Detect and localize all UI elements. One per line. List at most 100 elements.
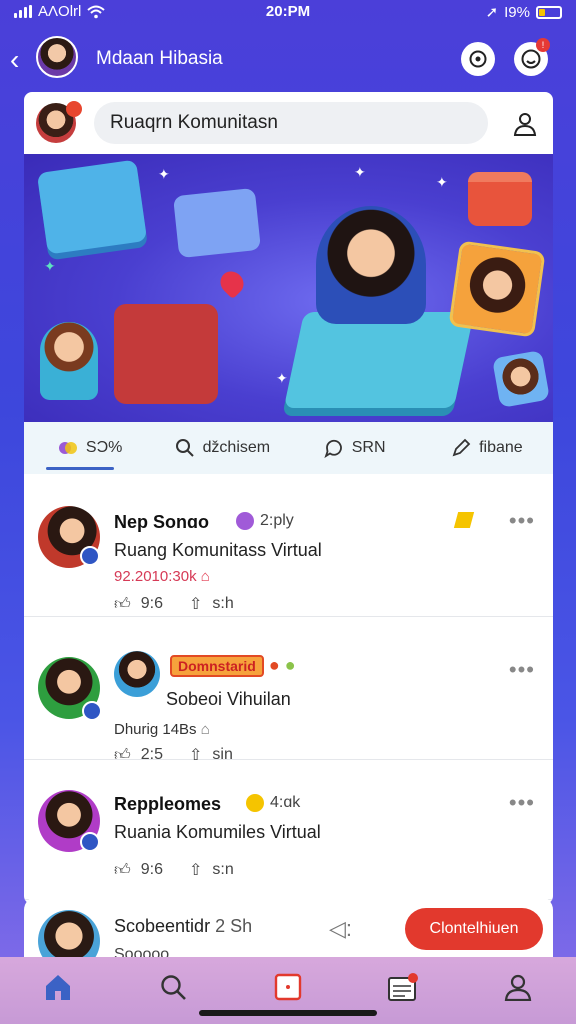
main-card: Ruaqrn Komunitasn ✦ ✦ ✦ ✦ ✦ SƆ% ǆchisem …: [24, 92, 553, 904]
page-title: Mdaan Hibasia: [96, 48, 223, 69]
tab-chat[interactable]: SƆ%: [24, 422, 156, 474]
continue-button[interactable]: Clontelhiuen: [405, 908, 543, 950]
nav-inbox[interactable]: [383, 969, 423, 1005]
compose-card: Scobeentidr 2 Sh Sooooo ◁: Clontelhiuen: [24, 896, 553, 972]
more-options-icon[interactable]: •••: [509, 508, 535, 534]
notification-badge: !: [536, 38, 550, 52]
pen-icon: [452, 438, 471, 457]
post-sub-text: 92.2010:30k: [114, 568, 197, 585]
secondary-avatar[interactable]: [114, 651, 160, 697]
sparkle-icon: ✦: [44, 258, 56, 274]
camera-icon: [469, 50, 487, 68]
list-item[interactable]: Nep Sonɑo 2:ply ••• Ruang Komunitass Vir…: [24, 474, 553, 617]
kid-illustration: [40, 322, 98, 400]
compose-title: Scobeentidr 2 Sh: [114, 916, 252, 937]
tab-label: SƆ%: [85, 439, 123, 456]
thumb-icon: 👍︎: [114, 595, 131, 613]
location-icon: ➚: [485, 4, 499, 21]
home-icon: ⌂: [200, 721, 210, 738]
like-count: 9:6: [140, 861, 163, 878]
status-bar: AΛOlrl 20:PM ➚ I9%: [0, 0, 576, 24]
emoji-icon: [246, 794, 264, 812]
status-right: ➚ I9%: [486, 3, 562, 21]
tab-bar: SƆ% ǆchisem SRN fibane: [24, 422, 553, 474]
post-author[interactable]: Nep Sonɑo: [114, 512, 209, 533]
camera-button[interactable]: [461, 42, 495, 76]
home-icon: ⌂: [200, 568, 210, 585]
desk-tile-illustration: [36, 159, 148, 255]
nav-create[interactable]: [268, 969, 308, 1005]
tab-comments[interactable]: SRN: [289, 422, 421, 474]
laptop-illustration: [283, 312, 475, 408]
verified-icon: [80, 546, 100, 566]
more-options-icon[interactable]: •••: [509, 790, 535, 816]
share-count: s:h: [212, 595, 234, 612]
tab-search[interactable]: ǆchisem: [156, 422, 288, 474]
post-author[interactable]: Reppleomes: [114, 794, 221, 815]
home-indicator: [199, 1010, 377, 1016]
post-sub-text: Dhurig 14Bs: [114, 721, 197, 738]
profile-icon: [505, 974, 532, 1001]
post-time: 2:ply: [260, 512, 294, 529]
battery-icon: [536, 5, 562, 19]
small-portrait-illustration: [492, 350, 550, 408]
inbox-icon: [388, 973, 419, 1001]
flag-icon: [453, 512, 475, 528]
share-button[interactable]: ⇧ s:n: [189, 860, 234, 880]
tab-write[interactable]: fibane: [421, 422, 553, 474]
compose-title-text: Scobeentidr: [114, 916, 211, 936]
classroom-illustration: [114, 304, 218, 404]
tab-label: fibane: [479, 439, 523, 456]
post-actions: 👍︎ 9:6 ⇧ s:n: [114, 860, 234, 880]
sparkle-icon: ✦: [354, 164, 366, 180]
smile-icon: [521, 49, 541, 69]
hero-banner: ✦ ✦ ✦ ✦ ✦: [24, 154, 553, 422]
share-count: s:n: [212, 861, 234, 878]
list-item[interactable]: Domnstarid ● ● ••• Sobeoi Vihuilan Dhuri…: [24, 617, 553, 764]
list-item[interactable]: Reppleomes 4:ɑk ••• Ruania Komumiles Vir…: [24, 760, 553, 900]
nav-search[interactable]: [153, 969, 193, 1005]
search-input[interactable]: Ruaqrn Komunitasn: [94, 102, 488, 144]
people-icon[interactable]: [511, 110, 539, 138]
like-button[interactable]: 👍︎ 9:6: [114, 594, 163, 614]
user-avatar[interactable]: [36, 101, 82, 143]
like-button[interactable]: 👍︎ 9:6: [114, 860, 163, 880]
avatar[interactable]: [36, 36, 78, 78]
battery-percent: I9%: [504, 3, 530, 21]
share-button[interactable]: ⇧ s:h: [189, 594, 234, 614]
post-sub: 92.2010:30k ⌂: [114, 568, 210, 585]
post-actions: 👍︎ 9:6 ⇧ s:h: [114, 594, 234, 614]
share-icon: ⇧: [188, 862, 203, 879]
chat-bubbles-icon: [58, 442, 77, 454]
verified-icon: [80, 832, 100, 852]
post-text: Ruang Komunitass Virtual: [114, 540, 322, 560]
heart-badge-icon: [236, 512, 254, 530]
create-icon: [274, 973, 302, 1001]
sparkle-icon: ✦: [276, 370, 288, 386]
comment-icon: [324, 439, 342, 458]
calendar-tile-illustration: [172, 187, 262, 259]
home-icon: [45, 975, 70, 1000]
post-author-badge: Domnstarid: [170, 655, 264, 677]
post-author[interactable]: Domnstarid ● ●: [170, 655, 296, 677]
search-icon: [161, 975, 186, 1000]
notifications-button[interactable]: !: [514, 38, 550, 76]
megaphone-icon[interactable]: ◁:: [329, 916, 352, 942]
post-text: Ruania Komumiles Virtual: [114, 822, 321, 842]
post-time: 4:ɑk: [270, 794, 301, 811]
verified-icon: [82, 701, 102, 721]
back-icon[interactable]: ‹: [10, 46, 32, 76]
post-text: Sobeoi Vihuilan: [166, 689, 291, 709]
nav-profile[interactable]: [498, 969, 538, 1005]
search-icon: [175, 439, 194, 457]
sparkle-icon: ✦: [436, 174, 448, 190]
like-count: 9:6: [140, 595, 163, 612]
more-options-icon[interactable]: •••: [509, 657, 535, 683]
nav-home[interactable]: [38, 969, 78, 1005]
gift-illustration: [468, 172, 532, 226]
heart-illustration: [215, 266, 249, 300]
portrait-frame-illustration: [448, 240, 546, 338]
post-sub: Dhurig 14Bs ⌂: [114, 721, 210, 738]
tab-label: SRN: [351, 439, 386, 456]
compose-meta: 2 Sh: [215, 916, 253, 936]
